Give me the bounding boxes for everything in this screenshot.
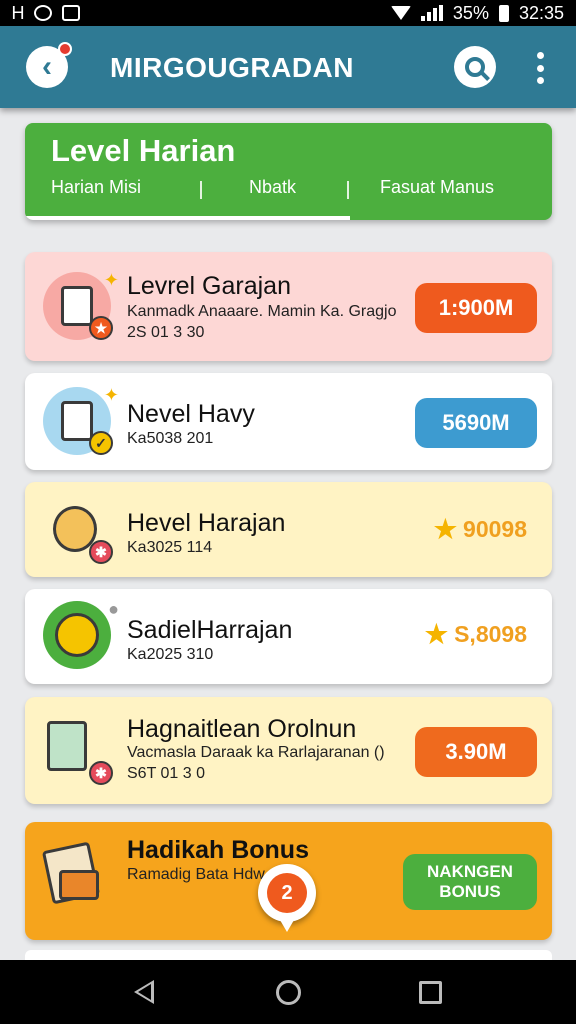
reward-button[interactable]: 5690M xyxy=(415,398,537,448)
tab-divider xyxy=(200,181,202,199)
notification-icon: Ꮋ xyxy=(12,2,25,23)
reward-points: ★ S,8098 xyxy=(425,619,527,650)
card-subtitle: Ka5038 201 xyxy=(127,430,214,447)
reward-button[interactable]: 3.90M xyxy=(415,727,537,777)
reward-button[interactable]: 1:900M xyxy=(415,283,537,333)
status-bar: Ꮋ 35% 32:35 xyxy=(0,0,576,26)
tab-bar: Harian Misi Nbatk Fasuat Manus xyxy=(25,175,552,205)
card-title: Nevel Havy xyxy=(127,400,255,428)
onion-icon: ✱ xyxy=(43,496,113,566)
star-icon: ★ xyxy=(433,514,458,544)
mission-card[interactable]: ★ ✦ Levrel Garajan Kanmadk Anaaare. Mami… xyxy=(25,252,552,361)
search-icon xyxy=(465,57,485,77)
nav-recents-icon[interactable] xyxy=(419,981,442,1004)
mission-card[interactable]: ✱ Hagnaitlean Orolnun Vacmasla Daraak ka… xyxy=(25,697,552,804)
battery-icon xyxy=(498,4,509,22)
chevron-left-icon: ‹ xyxy=(42,50,52,83)
search-button[interactable] xyxy=(454,46,496,88)
level-header-card: Level Harian Harian Misi Nbatk Fasuat Ma… xyxy=(25,123,552,220)
cup-star-icon: ★ ✦ xyxy=(43,270,119,342)
card-title: SadielHarrajan xyxy=(127,616,293,644)
bonus-button-line2: BONUS xyxy=(439,882,501,901)
pointer-tail xyxy=(280,920,294,932)
next-card-peek xyxy=(25,950,552,960)
gear-coin-icon: ● xyxy=(43,599,119,671)
tab-divider xyxy=(347,181,349,199)
tab-menus[interactable]: Fasuat Manus xyxy=(380,177,494,198)
system-nav-bar xyxy=(0,960,576,1024)
jar-heart-icon: ✱ xyxy=(43,717,113,787)
nav-back-icon[interactable] xyxy=(134,980,154,1004)
bag-check-icon: ✓ ✦ xyxy=(43,385,119,457)
card-title: Hevel Harajan xyxy=(127,509,286,537)
card-subtitle: Ka3025 114 xyxy=(127,539,213,556)
card-code: S6T 01 3 0 xyxy=(127,765,205,782)
clock-notification-icon xyxy=(34,5,53,21)
reward-value: S,8098 xyxy=(454,621,527,647)
dot-icon xyxy=(536,64,544,72)
mission-card[interactable]: ✱ Hevel Harajan Ka3025 114 ★ 90098 xyxy=(25,482,552,577)
card-subtitle: Ka2025 310 xyxy=(127,646,214,663)
star-icon: ★ xyxy=(424,619,449,649)
badge-count: 2 xyxy=(267,873,307,913)
notification-dot xyxy=(58,42,72,56)
card-subtitle: Kanmadk Anaaare. Mamin Ka. Gragjo xyxy=(127,303,397,320)
card-subtitle: Vacmasla Daraak ka Rarlajaranan () xyxy=(127,744,385,761)
more-options-button[interactable] xyxy=(530,48,550,88)
reward-value: 90098 xyxy=(463,516,527,542)
card-title: Levrel Garajan xyxy=(127,272,291,300)
tab-next[interactable]: Nbatk xyxy=(249,177,296,198)
wifi-icon xyxy=(390,6,411,20)
nav-home-icon[interactable] xyxy=(276,980,301,1005)
clock-time: 32:35 xyxy=(518,2,564,23)
tab-daily-missions[interactable]: Harian Misi xyxy=(51,177,141,198)
card-code: 2S 01 3 30 xyxy=(127,324,205,341)
tab-indicator xyxy=(25,216,350,220)
dot-icon xyxy=(536,77,544,84)
mission-card[interactable]: ● SadielHarrajan Ka2025 310 ★ S,8098 xyxy=(25,589,552,684)
claim-bonus-button[interactable]: NAKNGEN BONUS xyxy=(403,854,537,910)
image-notification-icon xyxy=(62,5,81,21)
card-subtitle: Ramadig Bata Hdw xyxy=(127,866,265,883)
signal-icon xyxy=(420,5,443,21)
card-title: Hagnaitlean Orolnun xyxy=(127,715,357,743)
app-title: MIRGOUGRADAN xyxy=(110,52,354,83)
dot-icon xyxy=(536,52,544,59)
mission-card[interactable]: ✓ ✦ Nevel Havy Ka5038 201 5690M xyxy=(25,373,552,470)
back-button[interactable]: ‹ xyxy=(26,42,72,88)
floating-action-button[interactable]: 2 xyxy=(258,864,316,932)
app-bar: ‹ MIRGOUGRADAN xyxy=(0,26,576,108)
gift-card-icon xyxy=(41,841,113,914)
reward-points: ★ 90098 xyxy=(434,514,527,545)
card-title: Hadikah Bonus xyxy=(127,836,309,864)
bonus-button-line1: NAKNGEN xyxy=(427,862,513,882)
page-title: Level Harian xyxy=(51,133,236,168)
battery-percent: 35% xyxy=(452,2,489,23)
